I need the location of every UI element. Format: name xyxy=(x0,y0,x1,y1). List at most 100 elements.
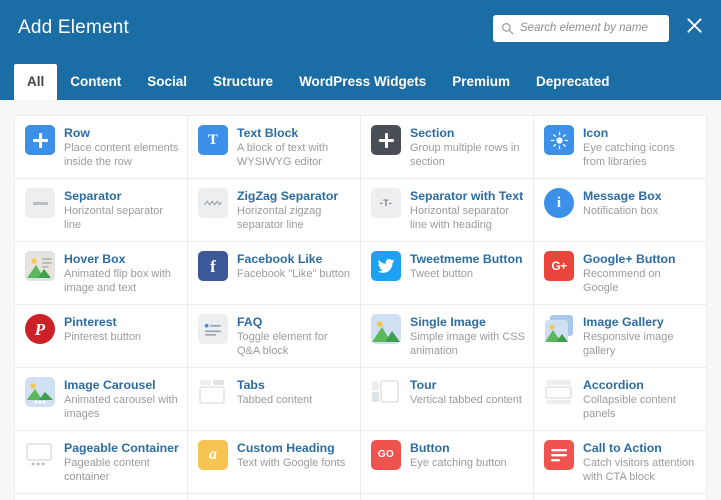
element-card-icon[interactable]: Icon Eye catching icons from libraries xyxy=(534,116,707,179)
image-carousel-icon xyxy=(25,377,55,407)
element-card-tweetmeme-button[interactable]: Tweetmeme Button Tweet button xyxy=(361,242,534,305)
element-title: Message Box xyxy=(583,189,662,203)
element-card-google-plus-button[interactable]: G+ Google+ Button Recommend on Google xyxy=(534,242,707,305)
element-description: Group multiple rows in section xyxy=(410,142,520,168)
tab-deprecated[interactable]: Deprecated xyxy=(523,64,623,100)
element-description: Animated carousel with images xyxy=(64,394,178,420)
element-description: Pinterest button xyxy=(64,331,142,343)
element-title: Pinterest xyxy=(64,315,117,329)
element-title: Image Gallery xyxy=(583,315,664,329)
element-card-faq[interactable]: FAQ Toggle element for Q&A block xyxy=(188,305,361,368)
element-card-image-carousel[interactable]: Image Carousel Animated carousel with im… xyxy=(15,368,188,431)
modal-header: Add Element Search element by name All C… xyxy=(0,0,721,100)
element-card-call-to-action[interactable]: Call to Action Catch visitors attention … xyxy=(534,431,707,494)
google-plus-icon: G+ xyxy=(544,251,574,281)
cta-lines-icon xyxy=(544,440,574,470)
horizontal-line-icon xyxy=(25,188,55,218)
element-description: Horizontal separator line with heading xyxy=(410,205,510,231)
plus-square-blue-icon xyxy=(25,125,55,155)
tabs-icon xyxy=(198,377,228,407)
separator-text-icon: -T- xyxy=(371,188,401,218)
tab-wordpress-widgets[interactable]: WordPress Widgets xyxy=(286,64,439,100)
tab-structure[interactable]: Structure xyxy=(200,64,286,100)
tab-premium[interactable]: Premium xyxy=(439,64,523,100)
element-title: Google+ Button xyxy=(583,252,676,266)
hover-box-icon xyxy=(25,251,55,281)
element-card-custom-heading[interactable]: a Custom Heading Text with Google fonts xyxy=(188,431,361,494)
element-card-tabs[interactable]: Tabs Tabbed content xyxy=(188,368,361,431)
element-card-zigzag-separator[interactable]: ZigZag Separator Horizontal zigzag separ… xyxy=(188,179,361,242)
element-card-image-gallery[interactable]: Image Gallery Responsive image gallery xyxy=(534,305,707,368)
info-circle-icon: i xyxy=(544,188,574,218)
close-icon xyxy=(685,16,704,40)
element-title: ZigZag Separator xyxy=(237,189,339,203)
tab-content[interactable]: Content xyxy=(57,64,134,100)
element-description: Vertical tabbed content xyxy=(410,394,522,406)
element-card-tour[interactable]: Tour Vertical tabbed content xyxy=(361,368,534,431)
element-card-pinterest[interactable]: P Pinterest Pinterest button xyxy=(15,305,188,368)
element-card-partial[interactable] xyxy=(534,494,707,500)
element-title: Call to Action xyxy=(583,441,662,455)
twitter-icon xyxy=(371,251,401,281)
element-card-hover-box[interactable]: Hover Box Animated flip box with image a… xyxy=(15,242,188,305)
element-description: Collapsible content panels xyxy=(583,394,676,420)
element-card-pageable-container[interactable]: Pageable Container Pageable content cont… xyxy=(15,431,188,494)
search-input[interactable] xyxy=(520,22,661,34)
element-card-partial[interactable]: Video Player xyxy=(15,494,188,500)
element-card-row[interactable]: Row Place content elements inside the ro… xyxy=(15,116,188,179)
pinterest-icon: P xyxy=(25,314,55,344)
page-title: Add Element xyxy=(18,17,129,38)
element-title: Pageable Container xyxy=(64,441,179,455)
element-title: Custom Heading xyxy=(237,441,335,455)
element-description: Horizontal separator line xyxy=(64,205,164,231)
element-title: Tweetmeme Button xyxy=(410,252,523,266)
zigzag-line-icon xyxy=(198,188,228,218)
element-description: Horizontal zigzag separator line xyxy=(237,205,322,231)
element-card-separator[interactable]: Separator Horizontal separator line xyxy=(15,179,188,242)
category-tabs: All Content Social Structure WordPress W… xyxy=(0,56,721,100)
element-card-section[interactable]: Section Group multiple rows in section xyxy=(361,116,534,179)
custom-heading-a-icon: a xyxy=(198,440,228,470)
element-description: Text with Google fonts xyxy=(237,457,346,469)
element-card-single-image[interactable]: Single Image Simple image with CSS anima… xyxy=(361,305,534,368)
tab-all[interactable]: All xyxy=(14,64,58,100)
element-card-partial[interactable] xyxy=(188,494,361,500)
element-title: Separator xyxy=(64,189,122,203)
element-description: Recommend on Google xyxy=(583,268,661,294)
tab-social[interactable]: Social xyxy=(134,64,200,100)
element-title: Tabs xyxy=(237,378,265,392)
element-description: Eye catching icons from libraries xyxy=(583,142,675,168)
element-card-text-block[interactable]: T Text Block A block of text with WYSIWY… xyxy=(188,116,361,179)
sun-blue-icon xyxy=(544,125,574,155)
element-card-button[interactable]: GO Button Eye catching button xyxy=(361,431,534,494)
go-button-icon: GO xyxy=(371,440,401,470)
element-description: Notification box xyxy=(583,205,659,217)
elements-grid: Row Place content elements inside the ro… xyxy=(14,115,707,500)
accordion-icon xyxy=(544,377,574,407)
element-card-message-box[interactable]: i Message Box Notification box xyxy=(534,179,707,242)
element-title: Hover Box xyxy=(64,252,126,266)
close-button[interactable] xyxy=(683,17,705,39)
element-title: Section xyxy=(410,126,455,140)
facebook-icon: f xyxy=(198,251,228,281)
element-description: Animated flip box with image and text xyxy=(64,268,171,294)
search-box[interactable] xyxy=(493,14,669,42)
element-card-facebook-like[interactable]: f Facebook Like Facebook "Like" button xyxy=(188,242,361,305)
element-description: Toggle element for Q&A block xyxy=(237,331,328,357)
element-card-accordion[interactable]: Accordion Collapsible content panels xyxy=(534,368,707,431)
element-description: Place content elements inside the row xyxy=(64,142,179,168)
element-description: Catch visitors attention with CTA block xyxy=(583,457,695,483)
element-title: Text Block xyxy=(237,126,299,140)
elements-scroll-area[interactable]: Row Place content elements inside the ro… xyxy=(0,100,721,500)
text-t-blue-icon: T xyxy=(198,125,228,155)
element-title: FAQ xyxy=(237,315,263,329)
element-title: Icon xyxy=(583,126,609,140)
element-description: A block of text with WYSIWYG editor xyxy=(237,142,329,168)
element-description: Simple image with CSS animation xyxy=(410,331,525,357)
faq-list-icon xyxy=(198,314,228,344)
element-card-separator-with-text[interactable]: -T- Separator with Text Horizontal separ… xyxy=(361,179,534,242)
element-title: Facebook Like xyxy=(237,252,323,266)
element-description: Pageable content container xyxy=(64,457,150,483)
element-card-partial[interactable]: Video Player xyxy=(361,494,534,500)
pageable-container-icon xyxy=(25,440,55,470)
